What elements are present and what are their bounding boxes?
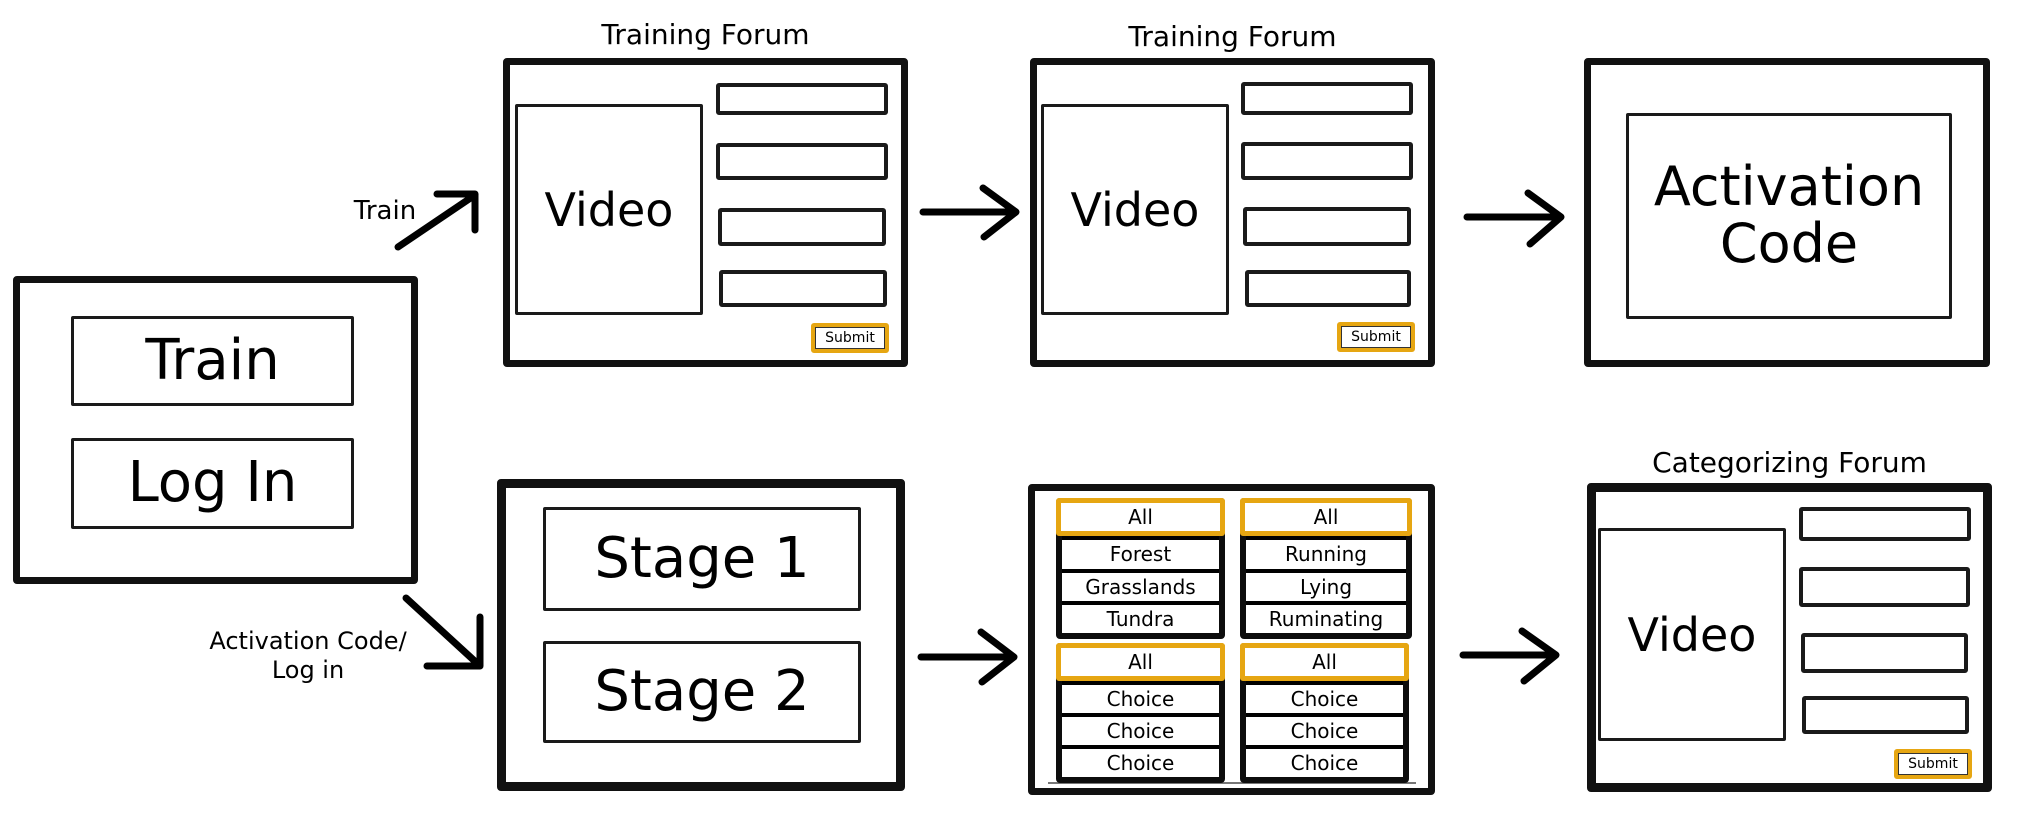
training-forum-1-title: Training Forum [601,18,810,51]
training-forum-2-field-4[interactable] [1245,270,1411,307]
categorizing-forum-field-1[interactable] [1799,507,1971,541]
training-forum-2-submit-button[interactable]: Submit [1337,322,1415,352]
train-transition-label: Train [353,196,417,226]
categorizing-forum-video[interactable]: Video [1598,528,1786,741]
filter-option[interactable]: Running [1246,540,1406,569]
filter-option[interactable]: Forest [1062,540,1219,569]
training-forum-2-submit-label: Submit [1341,326,1411,348]
training-forum-1-submit-button[interactable]: Submit [811,323,889,353]
filter-list-3: All Choice Choice Choice [1056,643,1225,783]
arrow-forum1-to-forum2 [919,184,1020,241]
filter-option[interactable]: Choice [1062,717,1219,745]
arrow-stage-to-filter [917,628,1018,686]
stage-1-button[interactable]: Stage 1 [543,507,861,611]
categorizing-forum-field-2[interactable] [1799,567,1970,607]
filter-option-selected[interactable]: All [1240,643,1409,681]
arrow-filter-to-categorizing [1459,627,1560,685]
training-forum-1-submit-label: Submit [815,327,885,349]
training-forum-2-field-1[interactable] [1241,82,1413,115]
activation-label-line2: Log in [271,655,345,684]
training-forum-1-field-3[interactable] [718,208,886,246]
training-forum-2-video[interactable]: Video [1041,104,1229,315]
training-forum-1-field-4[interactable] [719,270,887,307]
activation-line2: Code [1719,212,1859,275]
filter-list-behavior: All Running Lying Ruminating [1240,498,1412,639]
filter-option-selected[interactable]: All [1056,498,1225,537]
filter-list-habitat: All Forest Grasslands Tundra [1056,498,1225,639]
categorizing-forum-title: Categorizing Forum [1652,446,1927,479]
filter-option[interactable]: Lying [1246,572,1406,601]
login-button[interactable]: Log In [71,438,354,529]
filter-option[interactable]: Ruminating [1246,604,1406,633]
arrow-forum2-to-activation [1463,189,1565,248]
training-forum-1-field-1[interactable] [716,83,888,115]
filter-option[interactable]: Choice [1246,685,1403,713]
train-button[interactable]: Train [71,316,354,406]
categorizing-forum-submit-button[interactable]: Submit [1894,749,1972,779]
filter-option[interactable]: Choice [1062,685,1219,713]
filter-option[interactable]: Choice [1246,749,1403,777]
training-forum-1-field-2[interactable] [716,143,888,180]
categorizing-forum-submit-label: Submit [1898,753,1968,775]
training-forum-2-field-3[interactable] [1243,207,1411,246]
activation-code-input[interactable]: Activation Code [1626,113,1952,319]
activation-label-line1: Activation Code/ [209,627,407,655]
filter-option[interactable]: Tundra [1062,604,1219,633]
filter-option[interactable]: Choice [1062,749,1219,777]
stage-2-button[interactable]: Stage 2 [543,641,861,743]
activation-line1: Activation [1653,155,1925,219]
filter-list-4: All Choice Choice Choice [1240,643,1409,783]
filter-option[interactable]: Choice [1246,717,1403,745]
filter-option-selected[interactable]: All [1056,643,1225,681]
training-forum-2-field-2[interactable] [1241,142,1413,180]
categorizing-forum-field-3[interactable] [1801,633,1968,673]
arrow-activation [402,594,484,670]
activation-transition-label: Activation Code/ Log in [208,627,408,685]
training-forum-1-video[interactable]: Video [515,104,703,315]
filter-option-selected[interactable]: All [1240,498,1412,537]
training-forum-2-title: Training Forum [1128,20,1337,53]
categorizing-forum-field-4[interactable] [1802,696,1969,734]
filter-option[interactable]: Grasslands [1062,572,1219,601]
